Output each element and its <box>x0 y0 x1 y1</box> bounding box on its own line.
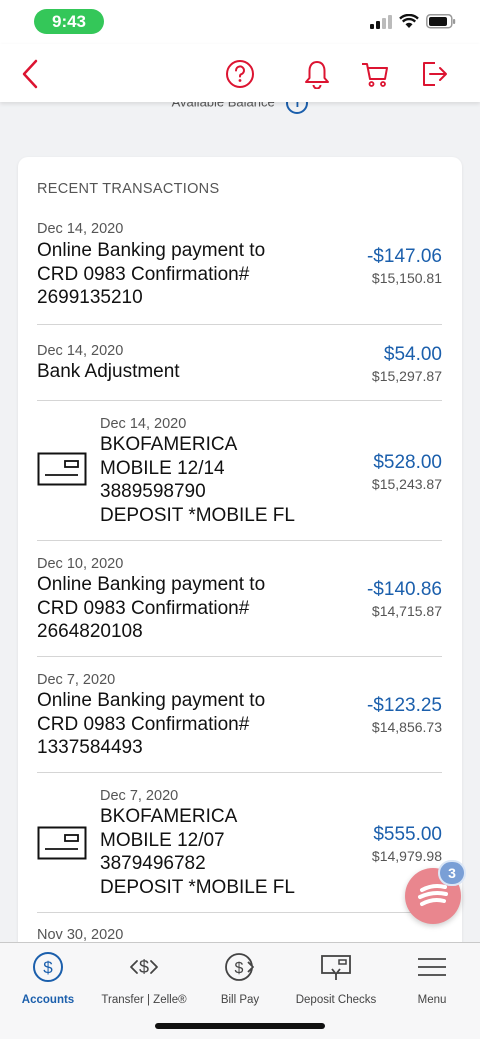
check-deposit-icon <box>37 452 87 486</box>
cart-button[interactable] <box>359 58 391 90</box>
transaction-amount: $54.00 <box>383 344 442 365</box>
status-icons <box>370 14 456 29</box>
transaction-date: Dec 14, 2020 <box>37 343 124 359</box>
logout-button[interactable] <box>418 58 450 90</box>
transaction-amount: -$140.86 <box>366 579 442 600</box>
running-balance: $15,297.87 <box>371 368 442 384</box>
battery-icon <box>426 14 456 29</box>
status-time: 9:43 <box>34 9 104 34</box>
bell-icon <box>305 61 329 89</box>
transaction-description: BKOFAMERICA MOBILE 12/07 3879496782 DEPO… <box>100 806 295 898</box>
erica-icon <box>418 884 448 906</box>
wifi-icon <box>399 14 419 28</box>
notifications-button[interactable] <box>301 58 333 90</box>
menu-icon <box>418 958 446 976</box>
transaction-row[interactable]: Dec 7, 2020 Online Banking payment to CR… <box>37 657 442 773</box>
transaction-date: Nov 30, 2020 <box>37 927 124 943</box>
transaction-row[interactable]: Dec 14, 2020 BKOFAMERICA MOBILE 12/14 38… <box>37 401 442 541</box>
nav-bill-pay[interactable]: $ Bill Pay <box>192 951 288 1006</box>
nav-label: Menu <box>417 994 447 1006</box>
transaction-amount: $555.00 <box>373 824 442 845</box>
transaction-amount: -$147.06 <box>366 246 442 267</box>
svg-text:$: $ <box>43 958 53 977</box>
transaction-date: Dec 7, 2020 <box>100 788 179 804</box>
running-balance: $14,856.73 <box>371 719 442 735</box>
transaction-date: Dec 14, 2020 <box>37 221 124 237</box>
nav-label: Transfer | Zelle® <box>101 994 187 1006</box>
nav-menu[interactable]: Menu <box>384 951 480 1006</box>
nav-label: Accounts <box>21 994 75 1006</box>
home-indicator[interactable] <box>155 1023 325 1029</box>
cart-icon <box>362 63 388 87</box>
svg-text:$: $ <box>235 960 244 977</box>
running-balance: $14,979.98 <box>371 848 442 864</box>
nav-label: Bill Pay <box>220 994 260 1006</box>
back-button[interactable] <box>14 58 46 90</box>
transaction-description: Bank Adjustment <box>37 361 180 382</box>
transaction-amount: $528.00 <box>373 452 442 473</box>
dollar-circle-icon: $ <box>33 952 63 982</box>
nav-transfer-zelle[interactable]: $ Transfer | Zelle® <box>96 951 192 1006</box>
transaction-date: Dec 7, 2020 <box>37 672 116 688</box>
deposit-check-icon <box>321 955 351 980</box>
running-balance: $15,150.81 <box>371 270 442 286</box>
app-header <box>0 44 480 102</box>
running-balance: $15,243.87 <box>371 476 442 492</box>
logout-icon <box>423 62 447 86</box>
help-button[interactable] <box>224 58 256 90</box>
transaction-amount: -$123.25 <box>366 695 442 716</box>
transaction-description: Online Banking payment to CRD 0983 Confi… <box>37 240 266 308</box>
svg-text:$: $ <box>139 957 149 977</box>
transaction-date: Dec 14, 2020 <box>100 416 187 432</box>
transaction-description: Online Banking payment to CRD 0983 Confi… <box>37 574 266 642</box>
recent-transactions-card: RECENT TRANSACTIONS Dec 14, 2020 Online … <box>18 157 462 977</box>
transaction-description: BKOFAMERICA MOBILE 12/14 3889598790 DEPO… <box>100 434 295 526</box>
card-title: RECENT TRANSACTIONS <box>37 181 220 197</box>
transaction-description: Online Banking payment to CRD 0983 Confi… <box>37 690 266 758</box>
nav-deposit-checks[interactable]: Deposit Checks <box>288 951 384 1006</box>
status-bar: 9:43 <box>0 0 480 44</box>
transaction-row[interactable]: Dec 10, 2020 Online Banking payment to C… <box>37 541 442 657</box>
bill-pay-icon: $ <box>225 953 254 981</box>
erica-badge: 3 <box>438 860 466 886</box>
back-icon <box>22 59 38 89</box>
transaction-row[interactable]: Dec 7, 2020 BKOFAMERICA MOBILE 12/07 387… <box>37 773 442 913</box>
transaction-row[interactable]: Dec 14, 2020 Online Banking payment to C… <box>37 215 442 325</box>
transfer-dollar-icon: $ <box>130 957 158 977</box>
running-balance: $14,715.87 <box>371 603 442 619</box>
help-icon <box>226 60 254 88</box>
signal-icon <box>370 14 392 29</box>
transaction-row[interactable]: Dec 14, 2020 Bank Adjustment $54.00 $15,… <box>37 325 442 401</box>
nav-accounts[interactable]: $ Accounts <box>0 951 96 1006</box>
transaction-date: Dec 10, 2020 <box>37 556 124 572</box>
nav-label: Deposit Checks <box>295 994 377 1006</box>
check-deposit-icon <box>37 826 87 860</box>
